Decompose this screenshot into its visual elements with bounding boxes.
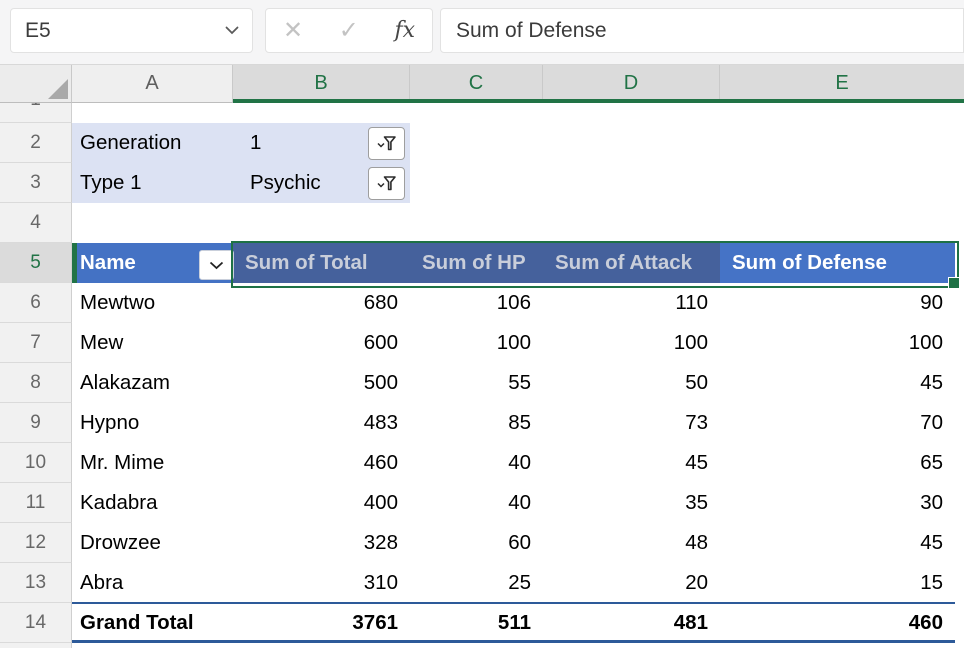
cell-total[interactable]: 328 <box>233 523 410 563</box>
insert-function-icon[interactable]: fx <box>394 18 415 43</box>
column-letter: C <box>469 72 483 95</box>
cell-hp[interactable]: 100 <box>410 323 543 363</box>
cell-defense[interactable]: 30 <box>720 483 955 523</box>
cell-hp[interactable]: 55 <box>410 363 543 403</box>
selection-fill-handle[interactable] <box>948 277 960 289</box>
cell-name[interactable]: Abra <box>72 563 233 603</box>
select-all-corner[interactable] <box>0 65 72 103</box>
pivot-header-hp[interactable]: Sum of HP <box>410 243 543 283</box>
cell-total[interactable]: 400 <box>233 483 410 523</box>
formula-text: Sum of Defense <box>456 19 607 43</box>
filter-label-generation[interactable]: Generation <box>72 123 233 163</box>
chevron-down-icon <box>209 261 224 270</box>
cell-attack[interactable]: 48 <box>543 523 720 563</box>
grand-total-attack[interactable]: 481 <box>543 603 720 643</box>
row-header-8[interactable]: 8 <box>0 363 72 403</box>
grand-total-defense[interactable]: 460 <box>720 603 955 643</box>
cell-attack[interactable]: 50 <box>543 363 720 403</box>
row-header-13[interactable]: 13 <box>0 563 72 603</box>
cell-defense[interactable]: 70 <box>720 403 955 443</box>
cell-attack[interactable]: 45 <box>543 443 720 483</box>
cell-attack[interactable]: 110 <box>543 283 720 323</box>
cell-total[interactable]: 680 <box>233 283 410 323</box>
column-header-a[interactable]: A <box>72 65 233 103</box>
pivot-header-total[interactable]: Sum of Total <box>233 243 410 283</box>
cell-hp[interactable]: 106 <box>410 283 543 323</box>
filter-funnel-icon <box>376 175 397 192</box>
cell-defense[interactable]: 45 <box>720 523 955 563</box>
grand-total-total[interactable]: 3761 <box>233 603 410 643</box>
formula-actions-panel: ✕ ✓ fx <box>265 8 433 53</box>
cell-name[interactable]: Mr. Mime <box>72 443 233 483</box>
cell-total[interactable]: 460 <box>233 443 410 483</box>
row-header-4[interactable]: 4 <box>0 203 72 243</box>
cell-name[interactable]: Mewtwo <box>72 283 233 323</box>
cell-hp[interactable]: 60 <box>410 523 543 563</box>
formula-bar-region: E5 ✕ ✓ fx Sum of Defense <box>0 0 964 65</box>
cell-total[interactable]: 600 <box>233 323 410 363</box>
cell-name[interactable]: Alakazam <box>72 363 233 403</box>
cell-attack[interactable]: 73 <box>543 403 720 443</box>
grand-total-hp[interactable]: 511 <box>410 603 543 643</box>
row-header-12[interactable]: 12 <box>0 523 72 563</box>
enter-icon[interactable]: ✓ <box>339 19 359 43</box>
cell-name[interactable]: Kadabra <box>72 483 233 523</box>
grand-total-top-border <box>72 602 955 604</box>
row-header-15-partial[interactable] <box>0 643 72 648</box>
cell-defense[interactable]: 90 <box>720 283 955 323</box>
row-header-2[interactable]: 2 <box>0 123 72 163</box>
filter-button-type1[interactable] <box>368 167 405 200</box>
cell-hp[interactable]: 40 <box>410 443 543 483</box>
row-header-6[interactable]: 6 <box>0 283 72 323</box>
cell-defense[interactable]: 65 <box>720 443 955 483</box>
column-letter: B <box>314 72 327 95</box>
row-header-3[interactable]: 3 <box>0 163 72 203</box>
cell-defense[interactable]: 45 <box>720 363 955 403</box>
cell-defense[interactable]: 100 <box>720 323 955 363</box>
column-header-e[interactable]: E <box>720 65 964 103</box>
grand-total-label[interactable]: Grand Total <box>72 603 233 643</box>
cell-hp[interactable]: 40 <box>410 483 543 523</box>
cell-total[interactable]: 483 <box>233 403 410 443</box>
grand-total-bottom-border <box>72 640 955 643</box>
column-letter: E <box>835 72 848 95</box>
pivot-header-attack[interactable]: Sum of Attack <box>543 243 720 283</box>
cell-defense[interactable]: 15 <box>720 563 955 603</box>
row-header-14[interactable]: 14 <box>0 603 72 643</box>
selected-columns-accent-line <box>233 99 964 103</box>
select-all-triangle-icon <box>48 79 68 99</box>
column-header-c[interactable]: C <box>410 65 543 103</box>
cell-reference: E5 <box>25 19 51 43</box>
column-letter: A <box>145 72 158 95</box>
cell-hp[interactable]: 25 <box>410 563 543 603</box>
column-header-b[interactable]: B <box>233 65 410 103</box>
selected-row-accent-line <box>72 243 77 283</box>
pivot-header-defense-active-cell[interactable]: Sum of Defense <box>720 243 955 283</box>
row-header-7[interactable]: 7 <box>0 323 72 363</box>
cell-name[interactable]: Mew <box>72 323 233 363</box>
name-box[interactable]: E5 <box>10 8 253 53</box>
cell-attack[interactable]: 35 <box>543 483 720 523</box>
chevron-down-icon[interactable] <box>225 26 239 35</box>
row-header-9[interactable]: 9 <box>0 403 72 443</box>
cell-name[interactable]: Drowzee <box>72 523 233 563</box>
cell-total[interactable]: 310 <box>233 563 410 603</box>
cell-total[interactable]: 500 <box>233 363 410 403</box>
column-header-d[interactable]: D <box>543 65 720 103</box>
row-header-5[interactable]: 5 <box>0 243 72 283</box>
filter-label-type1[interactable]: Type 1 <box>72 163 233 203</box>
row-header-10[interactable]: 10 <box>0 443 72 483</box>
cancel-icon[interactable]: ✕ <box>283 19 303 43</box>
cell-attack[interactable]: 100 <box>543 323 720 363</box>
cell-hp[interactable]: 85 <box>410 403 543 443</box>
formula-bar-input[interactable]: Sum of Defense <box>440 8 964 53</box>
filter-button-generation[interactable] <box>368 127 405 160</box>
filter-funnel-icon <box>376 135 397 152</box>
cell-attack[interactable]: 20 <box>543 563 720 603</box>
row-header-1[interactable]: 1 <box>0 103 72 123</box>
row-header-11[interactable]: 11 <box>0 483 72 523</box>
cell-name[interactable]: Hypno <box>72 403 233 443</box>
name-field-dropdown-button[interactable] <box>199 250 234 280</box>
column-letter: D <box>624 72 638 95</box>
